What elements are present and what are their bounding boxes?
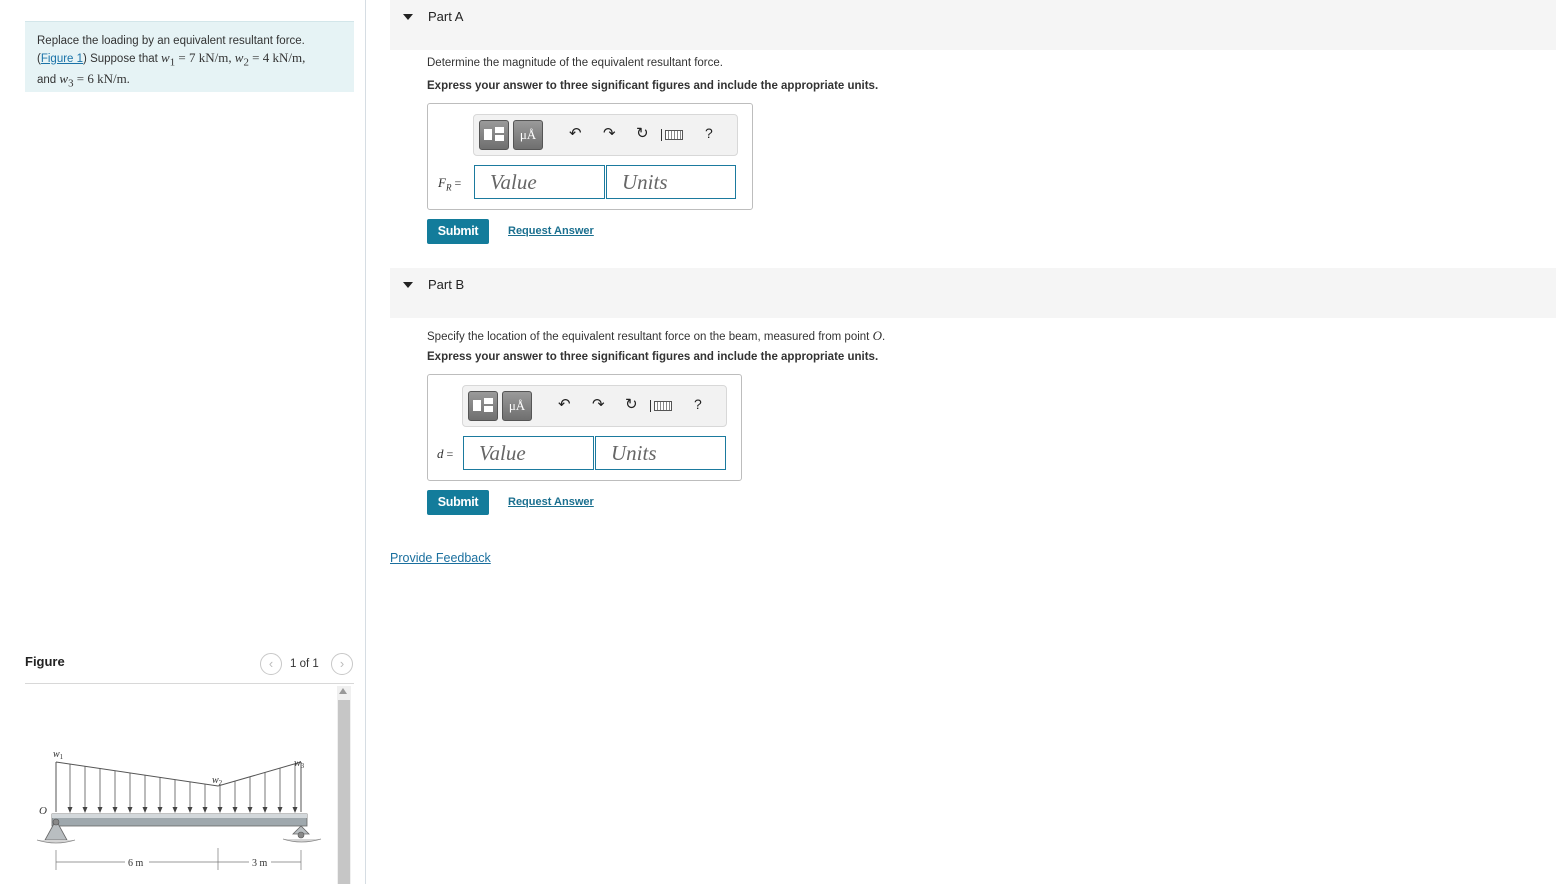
chevron-right-icon: › xyxy=(339,656,345,671)
part-b-header[interactable]: Part B xyxy=(390,268,1556,318)
figure-title: Figure xyxy=(25,654,65,669)
part-b-answer-box: μÅ ↶ ↷ ↻ ? d = xyxy=(427,374,742,481)
problem-line-1: Replace the loading by an equivalent res… xyxy=(37,35,305,47)
part-a-prompt: Determine the magnitude of the equivalen… xyxy=(427,57,723,69)
problem-line-2: (Figure 1) Suppose that w1 = 7 kN/m, w2 … xyxy=(37,49,306,69)
help-button[interactable]: ? xyxy=(705,125,713,141)
templates-button[interactable] xyxy=(468,391,498,421)
part-b-variable-label: d = xyxy=(437,446,454,461)
load-arrow-head xyxy=(112,807,118,813)
part-b-title: Part B xyxy=(428,277,465,292)
w3-expression: w3 = 6 kN/m. xyxy=(59,70,130,90)
templates-button[interactable] xyxy=(479,120,509,150)
part-b-prompt: Specify the location of the equivalent r… xyxy=(427,328,886,343)
load-arrow-head xyxy=(202,807,208,813)
load-arrow-head xyxy=(127,807,133,813)
part-a-value-input[interactable] xyxy=(474,165,605,199)
symbols-button[interactable]: μÅ xyxy=(502,391,532,421)
beam-loading-diagram: w1 w2 w3 O 6 m 3 m xyxy=(36,749,322,870)
load-envelope xyxy=(55,761,302,787)
problem-line-3: and w3 = 6 kN/m. xyxy=(37,70,130,90)
ground-right xyxy=(282,838,322,843)
keyboard-icon[interactable] xyxy=(665,130,683,140)
part-a-instruction: Express your answer to three significant… xyxy=(427,80,879,92)
load-arrow-head xyxy=(142,807,148,813)
part-b-units-input[interactable] xyxy=(595,436,726,470)
provide-feedback-link[interactable]: Provide Feedback xyxy=(390,551,491,565)
help-button[interactable]: ? xyxy=(694,396,702,412)
w2-expression: w2 = 4 kN/m, xyxy=(234,49,306,69)
part-a-request-answer-link[interactable]: Request Answer xyxy=(508,225,594,237)
load-arrow-head xyxy=(262,807,268,813)
chevron-left-icon: ‹ xyxy=(268,656,274,671)
load-arrow-head xyxy=(277,807,283,813)
load-arrow-head xyxy=(97,807,103,813)
figure-next-button[interactable]: › xyxy=(331,653,353,675)
part-a-variable-label: FR = xyxy=(438,175,462,193)
load-arrow-head xyxy=(247,807,253,813)
undo-icon[interactable]: ↶ xyxy=(569,125,582,143)
symbols-button[interactable]: μÅ xyxy=(513,120,543,150)
figure-prev-button[interactable]: ‹ xyxy=(260,653,282,675)
load-arrow-head xyxy=(82,807,88,813)
label-w3: w3 xyxy=(294,758,305,770)
scrollbar-thumb[interactable] xyxy=(338,700,350,884)
label-w2: w2 xyxy=(212,775,223,787)
reset-icon[interactable]: ↻ xyxy=(625,396,638,414)
part-a-title: Part A xyxy=(428,9,464,24)
caret-down-icon[interactable] xyxy=(403,282,413,288)
load-arrow-head xyxy=(292,807,298,813)
part-b-request-answer-link[interactable]: Request Answer xyxy=(508,496,594,508)
reset-icon[interactable]: ↻ xyxy=(636,125,649,143)
load-arrow-head xyxy=(232,807,238,813)
w1-expression: w1 = 7 kN/m, xyxy=(161,49,232,69)
part-b-instruction: Express your answer to three significant… xyxy=(427,351,879,363)
pin xyxy=(52,818,60,826)
toolbar-separator xyxy=(661,129,662,141)
part-b-toolbar: μÅ ↶ ↷ ↻ ? xyxy=(462,385,727,427)
part-b-submit-button[interactable]: Submit xyxy=(427,490,489,515)
figure-header: Figure ‹ 1 of 1 › xyxy=(25,652,354,684)
load-arrow-head xyxy=(217,807,223,813)
load-arrow-head xyxy=(172,807,178,813)
part-b-value-input[interactable] xyxy=(463,436,594,470)
figure-counter: 1 of 1 xyxy=(290,658,319,670)
toolbar-separator xyxy=(650,400,651,412)
dim-label-6m: 6 m xyxy=(128,858,144,869)
beam-highlight xyxy=(52,814,307,818)
load-arrows xyxy=(67,763,298,813)
part-a-answer-box: μÅ ↶ ↷ ↻ ? FR = xyxy=(427,103,753,210)
load-arrow-head xyxy=(157,807,163,813)
part-a-submit-button[interactable]: Submit xyxy=(427,219,489,244)
dim-label-3m: 3 m xyxy=(252,858,268,869)
panel-divider xyxy=(365,0,366,884)
problem-statement: Replace the loading by an equivalent res… xyxy=(25,21,354,92)
label-origin: O xyxy=(39,805,47,817)
problem-suppose: Suppose that xyxy=(90,52,158,65)
scroll-up-arrow-icon[interactable] xyxy=(339,688,347,694)
part-a-units-input[interactable] xyxy=(606,165,736,199)
part-a-header[interactable]: Part A xyxy=(390,0,1556,50)
figure-link[interactable]: Figure 1 xyxy=(41,53,83,65)
keyboard-icon[interactable] xyxy=(654,401,672,411)
redo-icon[interactable]: ↷ xyxy=(603,125,616,143)
caret-down-icon[interactable] xyxy=(403,14,413,20)
ground-left xyxy=(36,839,76,844)
redo-icon[interactable]: ↷ xyxy=(592,396,605,414)
figure-scrollbar[interactable] xyxy=(337,686,351,884)
load-arrow-head xyxy=(187,807,193,813)
part-a-toolbar: μÅ ↶ ↷ ↻ ? xyxy=(473,114,738,156)
load-arrow-head xyxy=(67,807,73,813)
roller xyxy=(297,831,305,839)
label-w1: w1 xyxy=(53,749,64,761)
undo-icon[interactable]: ↶ xyxy=(558,396,571,414)
